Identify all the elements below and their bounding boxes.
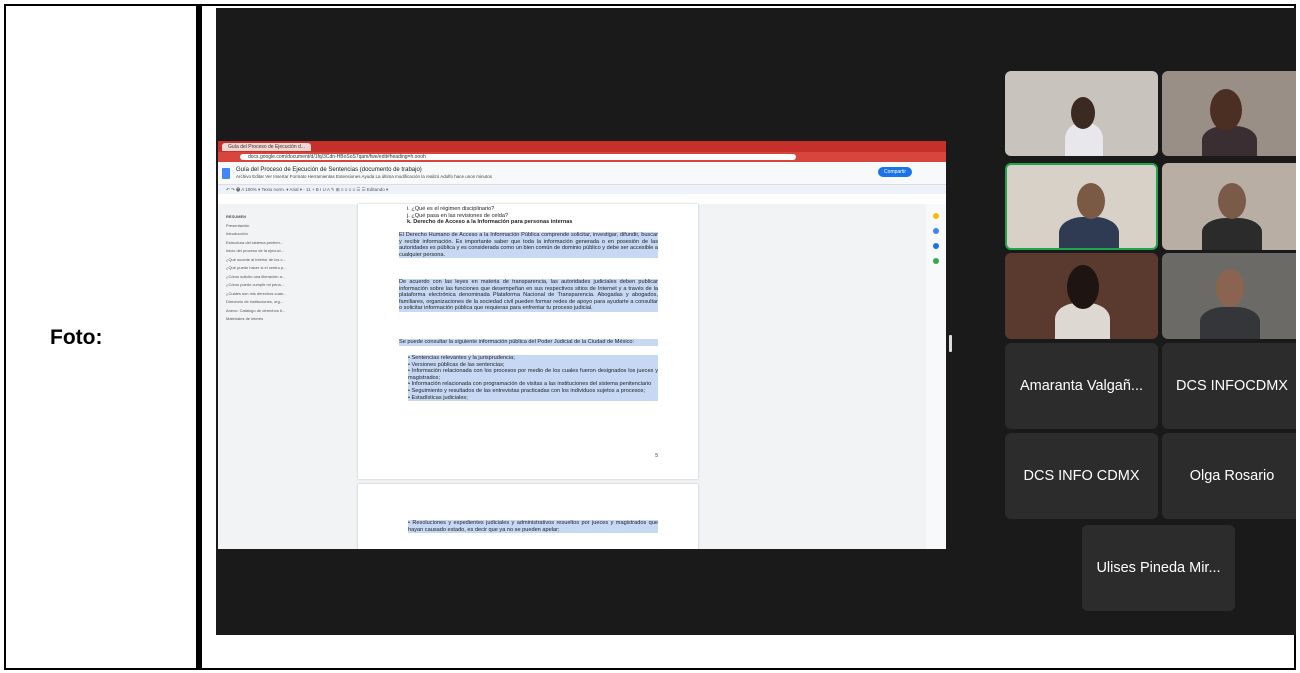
maps-icon[interactable] (933, 258, 939, 264)
participant-tile[interactable]: Ulises Pineda Mir... (1082, 525, 1235, 611)
participant-figure (1202, 126, 1257, 156)
participant-figure (1202, 218, 1262, 250)
outline-item[interactable]: ¿Cómo puedo cumplir mi pena... (226, 282, 296, 287)
outline-item[interactable]: ¿Qué puedo hacer si el centro p... (226, 265, 296, 270)
docs-toolbar[interactable]: ↶ ↷ 🖶 A 100% ▾ Texto norm. ▾ Arial ▾ - 1… (218, 185, 946, 194)
browser-tab[interactable]: Guía del Proceso de Ejecución d... (222, 142, 311, 151)
docs-menu-bar[interactable]: Archivo Editar Ver Insertar Formato Herr… (236, 174, 492, 179)
outline-item[interactable]: ¿Cómo solicito una liberación a... (226, 274, 296, 279)
participant-name: DCS INFOCDMX (1176, 378, 1288, 394)
browser-tab-bar: Guía del Proceso de Ejecución d... (218, 141, 946, 152)
table-divider (196, 4, 202, 670)
paragraph-3: Se puede consultar la siguiente informac… (399, 339, 658, 346)
docs-logo-icon[interactable] (222, 167, 230, 179)
participant-tile[interactable]: DCS INFO CDMX (1005, 433, 1158, 519)
list-item: k. Derecho de Acceso a la Información pa… (407, 219, 573, 226)
outline-item[interactable]: Anexo: Catálogo de derechos ti... (226, 308, 296, 313)
bullet-item: • Sentencias relevantes y la jurispruden… (408, 355, 658, 362)
docs-side-panel (926, 204, 946, 549)
participant-figure (1059, 217, 1119, 248)
list-item: j. ¿Qué pasa en las revisiones de celda? (407, 212, 509, 219)
contacts-icon[interactable] (933, 243, 939, 249)
participant-name: DCS INFO CDMX (1023, 468, 1140, 484)
video-tile-3-active[interactable] (1005, 163, 1158, 250)
video-tile-5[interactable] (1005, 253, 1158, 339)
outline-item[interactable]: RESUMEN (226, 214, 296, 219)
page-number: 5 (655, 453, 658, 459)
browser-address-bar: docs.google.com/document/d/1fq/3Cdn-HBoS… (218, 152, 946, 162)
keep-icon[interactable] (933, 213, 939, 219)
outline-item[interactable]: ¿Cuáles son mis derechos cuan... (226, 291, 296, 296)
paragraph-2: De acuerdo con las leyes en materia de t… (399, 279, 658, 312)
outline-item[interactable]: ¿Qué sucede al interior de los c... (226, 257, 296, 262)
bullet-item: • Seguimiento y resultados de las entrev… (408, 387, 658, 395)
tasks-icon[interactable] (933, 228, 939, 234)
participant-figure (1200, 307, 1260, 339)
video-tile-2[interactable] (1162, 71, 1296, 156)
document-outline: RESUMEN Presentación Introducción Estructur… (226, 214, 296, 325)
video-tile-1[interactable] (1005, 71, 1158, 156)
participant-head (1210, 89, 1242, 131)
participant-name: Ulises Pineda Mir... (1096, 560, 1221, 576)
document-page[interactable]: i. ¿Qué es el régimen disciplinario? j. ¿… (358, 204, 698, 479)
zoom-meeting-screenshot: Guía del Proceso de Ejecución d... docs.… (216, 8, 1296, 635)
shared-screen: Guía del Proceso de Ejecución d... docs.… (218, 141, 946, 549)
participant-head (1216, 269, 1244, 307)
outline-item[interactable]: Estructura del sistema peniten... (226, 240, 296, 245)
split-handle[interactable] (949, 335, 952, 352)
list-item: i. ¿Qué es el régimen disciplinario? (407, 206, 495, 212)
document-page-2[interactable]: • Resoluciones y expedientes judiciales … (358, 484, 698, 549)
video-tile-4[interactable] (1162, 163, 1296, 250)
participant-name: Olga Rosario (1189, 468, 1275, 484)
participant-head (1071, 97, 1095, 129)
bullet-item: • Información relacionada con los proces… (408, 368, 658, 382)
outline-item[interactable]: Directorio de instituciones, org... (226, 299, 296, 304)
list-top: i. ¿Qué es el régimen disciplinario? j. ¿… (399, 206, 658, 226)
participant-head (1077, 183, 1105, 219)
bullet-item: • Información relacionada con programaci… (408, 381, 658, 388)
outline-item[interactable]: Inicio del proceso de la ejecuci... (226, 248, 296, 253)
foto-label: Foto: (50, 326, 103, 349)
bullet-list: • Sentencias relevantes y la jurispruden… (408, 355, 658, 402)
share-button[interactable]: Compartir (878, 167, 912, 177)
participant-tile[interactable]: Olga Rosario (1162, 433, 1296, 519)
outline-item[interactable]: Materiales de interés (226, 316, 296, 321)
participant-tile[interactable]: Amaranta Valgañ... (1005, 343, 1158, 429)
docs-header: Guía del Proceso de Ejecución de Sentenc… (218, 162, 946, 185)
url-field[interactable]: docs.google.com/document/d/1fq/3Cdn-HBoS… (240, 154, 796, 160)
document-title[interactable]: Guía del Proceso de Ejecución de Sentenc… (236, 167, 492, 173)
participant-head (1067, 265, 1099, 309)
bullet-item: • Estadísticas judiciales; (408, 394, 658, 402)
outline-item[interactable]: Introducción (226, 231, 296, 236)
video-tile-6[interactable] (1162, 253, 1296, 339)
docs-body: RESUMEN Presentación Introducción Estructur… (218, 204, 946, 549)
participant-name: Amaranta Valgañ... (1019, 378, 1144, 394)
participant-head (1218, 183, 1246, 219)
page2-bullet: • Resoluciones y expedientes judiciales … (408, 520, 658, 534)
bullet-item: • Versiones públicas de las sentencias; (408, 361, 658, 369)
paragraph-1: El Derecho Humano de Acceso a la Informa… (399, 232, 658, 259)
participant-tile[interactable]: DCS INFOCDMX (1162, 343, 1296, 429)
outline-item[interactable]: Presentación (226, 223, 296, 228)
